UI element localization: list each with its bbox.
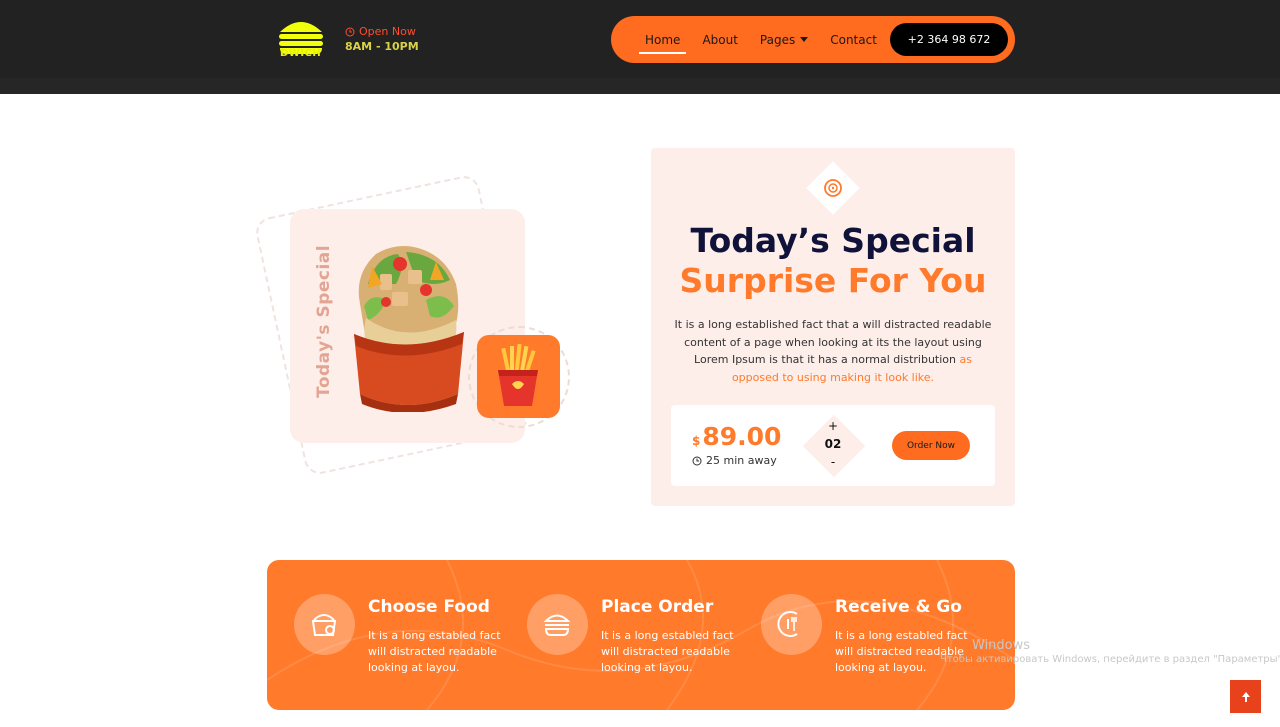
quantity-value: 02 bbox=[824, 437, 842, 451]
phone-button[interactable]: +2 364 98 672 bbox=[890, 23, 1008, 56]
eta-text: 25 min away bbox=[706, 454, 777, 467]
description-text: It is a long established fact that a wil… bbox=[674, 318, 992, 366]
step-3-text: It is a long establed fact will distract… bbox=[835, 629, 968, 674]
scroll-to-top-button[interactable] bbox=[1230, 680, 1261, 713]
main-nav: Home About Pages Contact +2 364 98 672 bbox=[611, 16, 1015, 63]
step-2-title: Place Order bbox=[601, 597, 714, 617]
special-subtitle: Surprise For You bbox=[679, 261, 987, 300]
nav-pages-label: Pages bbox=[759, 32, 796, 47]
special-description: It is a long established fact that a wil… bbox=[674, 316, 992, 386]
delivery-icon bbox=[777, 611, 798, 637]
step-2-text: It is a long establed fact will distract… bbox=[601, 629, 734, 674]
currency-symbol: $ bbox=[692, 434, 701, 448]
food-box-icon bbox=[311, 614, 337, 636]
increment-button[interactable]: + bbox=[826, 419, 840, 433]
nav-contact[interactable]: Contact bbox=[830, 33, 877, 47]
windows-activation-title: Windows bbox=[972, 638, 1031, 653]
header-bottom-strip bbox=[0, 78, 1280, 94]
burger-icon bbox=[543, 614, 571, 636]
nav-home[interactable]: Home bbox=[638, 33, 687, 54]
delivery-eta: 25 min away bbox=[692, 454, 777, 467]
clock-icon bbox=[345, 27, 355, 36]
step-3-title: Receive & Go bbox=[835, 597, 962, 617]
open-status: Open Now bbox=[345, 25, 416, 38]
wrap-food-image bbox=[354, 246, 464, 412]
price: $ 89.00 bbox=[692, 422, 781, 451]
decrement-button[interactable]: - bbox=[826, 455, 840, 469]
todays-special-vertical-label: Today's Special bbox=[314, 244, 334, 398]
step-1-title: Choose Food bbox=[368, 597, 490, 617]
logo-text: DWICH bbox=[280, 48, 322, 59]
windows-activation-text: Чтобы активировать Windows, перейдите в … bbox=[940, 654, 1280, 665]
special-title: Today’s Special bbox=[690, 221, 976, 260]
price-value: 89.00 bbox=[702, 422, 782, 451]
opening-hours: 8AM - 10PM bbox=[345, 40, 419, 53]
clock-icon bbox=[692, 456, 702, 465]
caret-down-icon bbox=[800, 36, 809, 42]
fries-image bbox=[498, 344, 538, 406]
nav-about[interactable]: About bbox=[702, 33, 737, 47]
plate-icon bbox=[824, 179, 842, 197]
step-1-text: It is a long establed fact will distract… bbox=[368, 629, 501, 674]
arrow-up-icon bbox=[1241, 691, 1250, 702]
open-status-text: Open Now bbox=[359, 25, 416, 38]
order-now-button[interactable]: Order Now bbox=[892, 431, 970, 460]
nav-pages[interactable]: Pages bbox=[759, 32, 809, 47]
